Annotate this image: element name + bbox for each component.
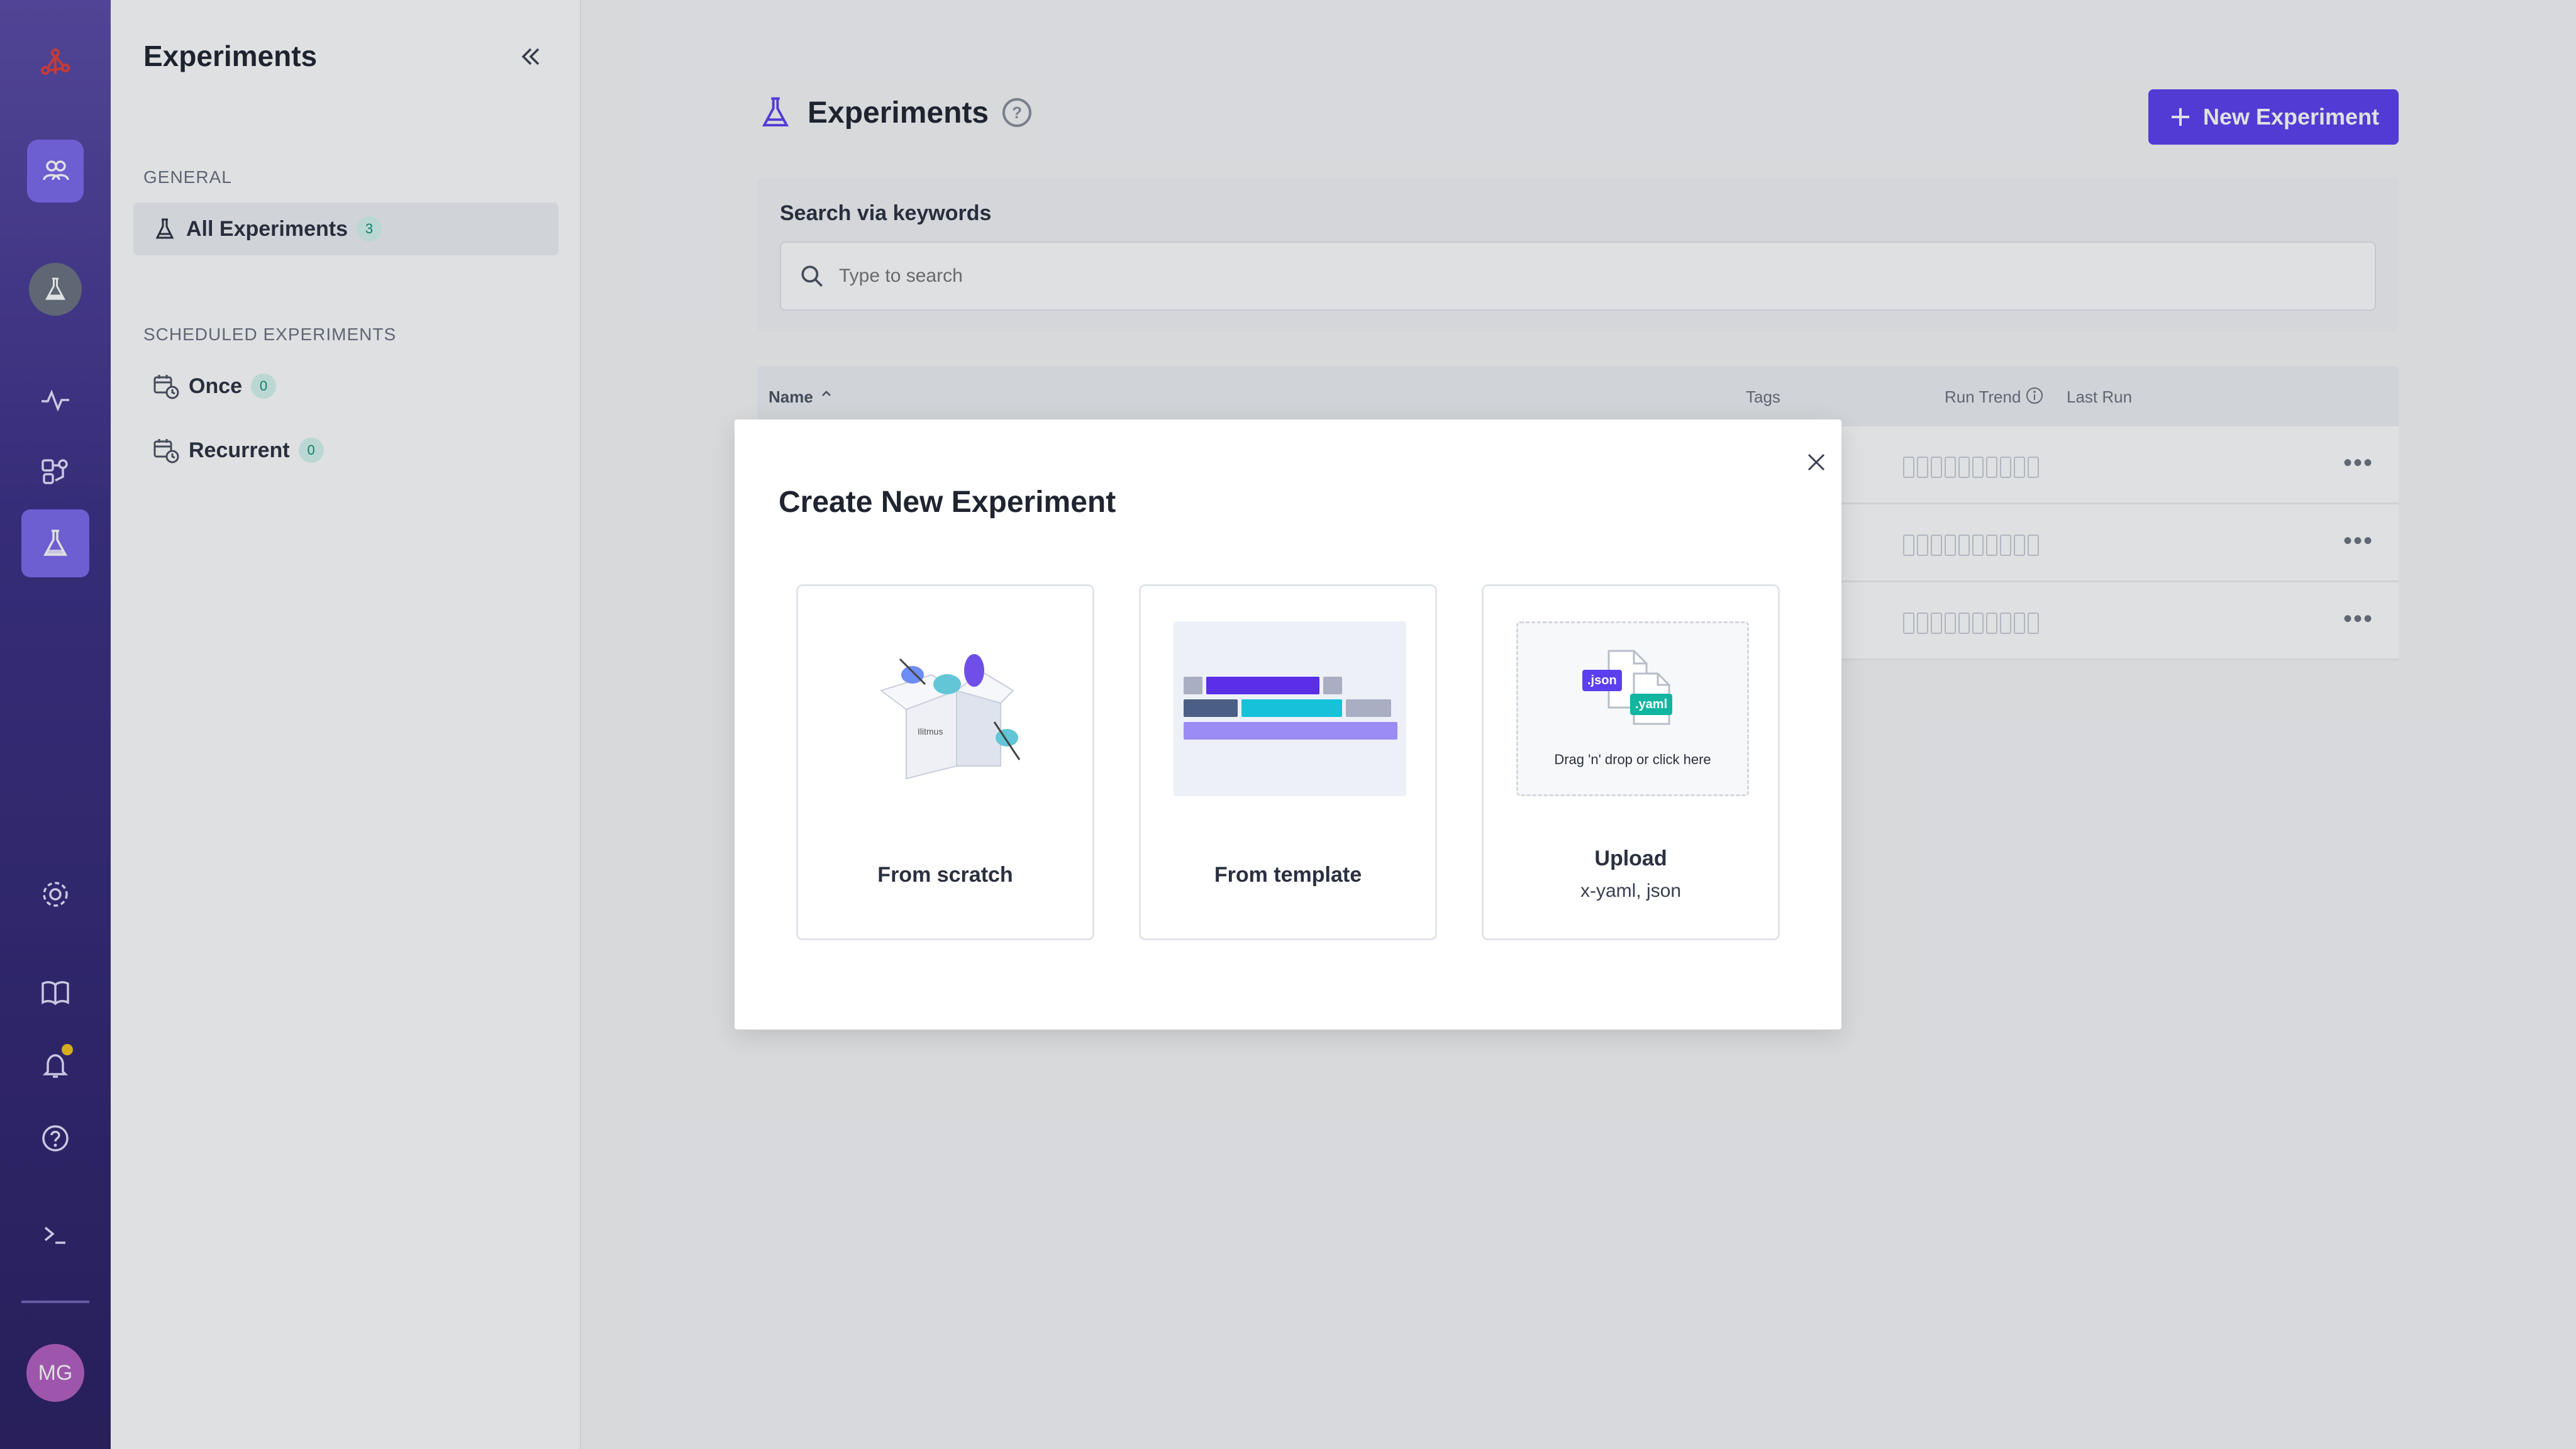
from-scratch-card[interactable]: Ilitmus From scratch	[796, 584, 1094, 940]
open-box-illustration: Ilitmus	[879, 654, 1021, 780]
template-illustration	[1174, 621, 1406, 796]
json-badge: .json	[1582, 670, 1622, 691]
upload-card[interactable]: .json .yaml Drag 'n' drop or click here …	[1482, 584, 1780, 940]
yaml-badge: .yaml	[1630, 694, 1673, 715]
from-template-card[interactable]: From template	[1139, 584, 1437, 940]
upload-label: Upload	[1594, 847, 1667, 870]
file-drop-zone[interactable]: .json .yaml Drag 'n' drop or click here	[1516, 621, 1749, 796]
from-template-label: From template	[1214, 863, 1362, 887]
upload-accepted-types: x-yaml, json	[1580, 880, 1682, 901]
dialog-title: Create New Experiment	[779, 486, 1116, 519]
drop-zone-text: Drag 'n' drop or click here	[1554, 752, 1711, 767]
from-scratch-label: From scratch	[877, 863, 1013, 887]
create-experiment-dialog: Create New Experiment Ilitmus From scrat…	[735, 419, 1841, 1030]
close-icon[interactable]	[1791, 437, 1841, 487]
box-logo-text: Ilitmus	[918, 726, 943, 736]
